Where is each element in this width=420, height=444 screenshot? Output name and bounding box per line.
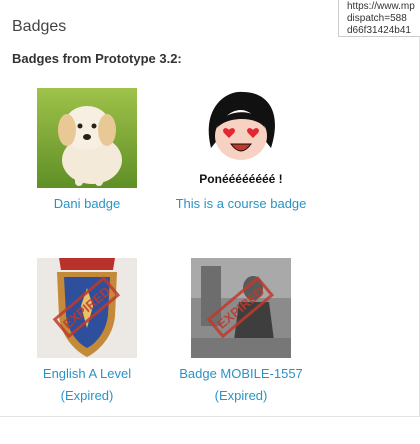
badge-mobile-1557[interactable]: EXPIRED Badge MOBILE-1557 (Expired) xyxy=(171,258,311,406)
cartoon-heart-eyes-icon: Ponéééééééé ! xyxy=(191,88,291,188)
tooltip-line: https://www.mp xyxy=(347,1,415,12)
badge-image-cartoon[interactable]: Ponéééééééé ! xyxy=(191,88,291,188)
badge-name[interactable]: Badge MOBILE-1557 xyxy=(171,364,311,384)
badge-english-a-level[interactable]: EXPIRED English A Level (Expired) xyxy=(17,258,157,406)
badge-status[interactable]: (Expired) xyxy=(17,386,157,406)
badge-dani[interactable]: Dani badge xyxy=(17,88,157,214)
badges-block: Badges Badges from Prototype 3.2: Dani b… xyxy=(0,0,420,417)
url-tooltip: https://www.mp dispatch=588 d66f31424b41 xyxy=(338,0,420,37)
tooltip-line: d66f31424b41 xyxy=(347,25,411,36)
badge-image-shield[interactable]: EXPIRED xyxy=(37,258,137,358)
block-title: Badges xyxy=(12,18,67,35)
puppy-photo-icon xyxy=(37,88,137,188)
badge-image-vintage[interactable]: EXPIRED xyxy=(191,258,291,358)
tooltip-line: dispatch=588 xyxy=(347,13,407,24)
vintage-photo-icon xyxy=(191,258,291,358)
section-title: Badges from Prototype 3.2: xyxy=(12,51,182,66)
badge-image-puppy[interactable] xyxy=(37,88,137,188)
badge-status[interactable]: (Expired) xyxy=(171,386,311,406)
badge-caption: Ponéééééééé ! xyxy=(199,172,282,186)
badge-name[interactable]: English A Level xyxy=(17,364,157,384)
shield-medal-icon xyxy=(37,258,137,358)
badge-name[interactable]: Dani badge xyxy=(17,194,157,214)
badge-course[interactable]: Ponéééééééé ! This is a course badge xyxy=(171,88,311,214)
badge-name[interactable]: This is a course badge xyxy=(171,194,311,214)
